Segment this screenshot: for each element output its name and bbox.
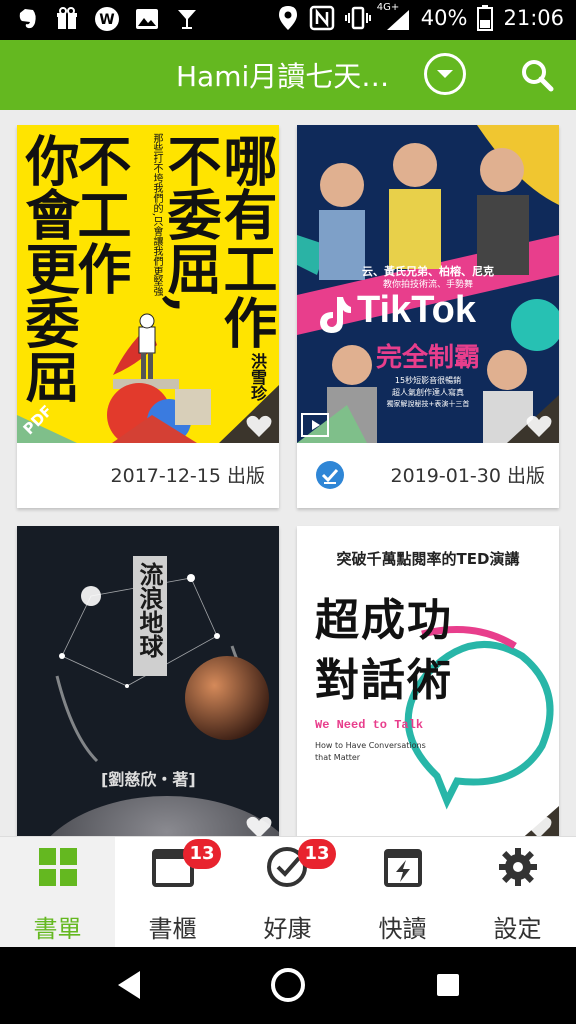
battery-icon (477, 5, 494, 31)
webtoon-icon: W (94, 6, 120, 32)
location-icon (278, 6, 297, 30)
heart-icon[interactable] (525, 814, 553, 836)
cover-subtitle: 完全制霸 (375, 343, 480, 373)
heart-icon[interactable] (525, 413, 553, 439)
publish-date: 2019-01-30 出版 (390, 465, 545, 487)
search-button[interactable] (520, 58, 554, 92)
status-bar: W 4G+ 40% 21:06 (0, 0, 576, 40)
video-icon (301, 413, 329, 437)
bottom-navigation: 書單 13 書櫃 13 好康 快讀 設定 (0, 836, 576, 948)
book-card[interactable]: 突破千萬點閱率的TED演講 超成功 對話術 We Need to Talk Ho… (297, 526, 559, 836)
vibrate-icon (344, 6, 371, 30)
page-title[interactable]: Hami月讀七天… (176, 55, 389, 95)
cover-line: 超人氣創作達人寫真 (392, 388, 464, 397)
tab-quick-read[interactable]: 快讀 (345, 837, 460, 948)
book-cover: 流浪地球 [劉慈欣・著] (17, 526, 279, 836)
book-grid: 哪有工作 不委屈, 那些打不垮我們的,只會讓我們更堅強 不工作 你會更委屈 洪雪… (0, 110, 576, 836)
tab-bookshelf[interactable]: 13 書櫃 (115, 837, 230, 948)
book-card[interactable]: 云、黃氏兄弟、柏榕、尼克 教你拍技術流、手勢舞 TikTok 完全制霸 15秒短… (297, 125, 559, 508)
cover-title: 超成功 (315, 595, 453, 646)
clock: 21:06 (503, 6, 564, 30)
cover-illustration (17, 313, 279, 443)
flash-book-icon (384, 849, 422, 887)
recents-icon[interactable] (435, 972, 461, 998)
search-icon (522, 60, 554, 92)
battery-percent: 40% (420, 6, 468, 30)
tab-label: 好康 (263, 915, 312, 943)
book-cover: 突破千萬點閱率的TED演講 超成功 對話術 We Need to Talk Ho… (297, 526, 559, 836)
cover-english-sub: that Matter (315, 753, 361, 762)
cover-line: 15秒短影音很暢銷 (394, 376, 462, 385)
gift-icon (54, 6, 80, 32)
book-card[interactable]: 流浪地球 [劉慈欣・著] (17, 526, 279, 836)
tab-label: 書櫃 (148, 915, 197, 943)
image-icon (134, 6, 160, 32)
book-cover: 云、黃氏兄弟、柏榕、尼克 教你拍技術流、手勢舞 TikTok 完全制霸 15秒短… (297, 125, 559, 443)
back-icon[interactable] (114, 969, 144, 1001)
cocktail-icon (174, 6, 200, 32)
tab-settings[interactable]: 設定 (460, 837, 575, 948)
tiktok-icon (320, 297, 351, 333)
system-navigation-bar (0, 947, 576, 1024)
cover-title: 對話術 (315, 655, 453, 706)
tab-label: 設定 (493, 915, 542, 943)
card-footer: 2019-01-30 出版 (297, 443, 559, 507)
cover-english-title: We Need to Talk (315, 718, 424, 732)
heart-icon[interactable] (245, 413, 273, 439)
cover-author: [劉慈欣・著] (101, 770, 196, 789)
card-footer: 2017-12-15 出版 (17, 443, 279, 507)
gear-icon (499, 848, 537, 886)
cover-title: TikTok (357, 289, 476, 331)
cover-english-sub: How to Have Conversations (315, 741, 426, 750)
publish-date: 2017-12-15 出版 (110, 465, 265, 487)
tab-label: 書單 (33, 915, 82, 943)
grid-icon (39, 848, 77, 886)
cover-title: 流浪地球 (135, 562, 164, 658)
signal-icon: 4G+ (377, 2, 411, 32)
notification-icons: W (14, 6, 200, 32)
cover-line: 獨家解說秘技+表演十三首 (386, 400, 470, 408)
book-card[interactable]: 哪有工作 不委屈, 那些打不垮我們的,只會讓我們更堅強 不工作 你會更委屈 洪雪… (17, 125, 279, 508)
home-icon[interactable] (270, 967, 306, 1003)
chevron-down-icon (437, 70, 453, 78)
notification-badge: 13 (298, 839, 336, 869)
book-cover: 哪有工作 不委屈, 那些打不垮我們的,只會讓我們更堅強 不工作 你會更委屈 洪雪… (17, 125, 279, 443)
tab-label: 快讀 (378, 915, 427, 943)
heart-icon[interactable] (245, 814, 273, 836)
tab-booklist[interactable]: 書單 (0, 837, 115, 948)
system-status: 4G+ 40% 21:06 (277, 2, 564, 32)
svg-text:W: W (99, 12, 114, 28)
evernote-icon (14, 6, 40, 32)
check-circle-icon (316, 461, 344, 489)
dropdown-button[interactable] (424, 53, 466, 95)
notification-badge: 13 (183, 839, 221, 869)
tab-deals[interactable]: 13 好康 (230, 837, 345, 948)
nfc-icon (309, 5, 335, 31)
app-bar: Hami月讀七天… (0, 40, 576, 110)
